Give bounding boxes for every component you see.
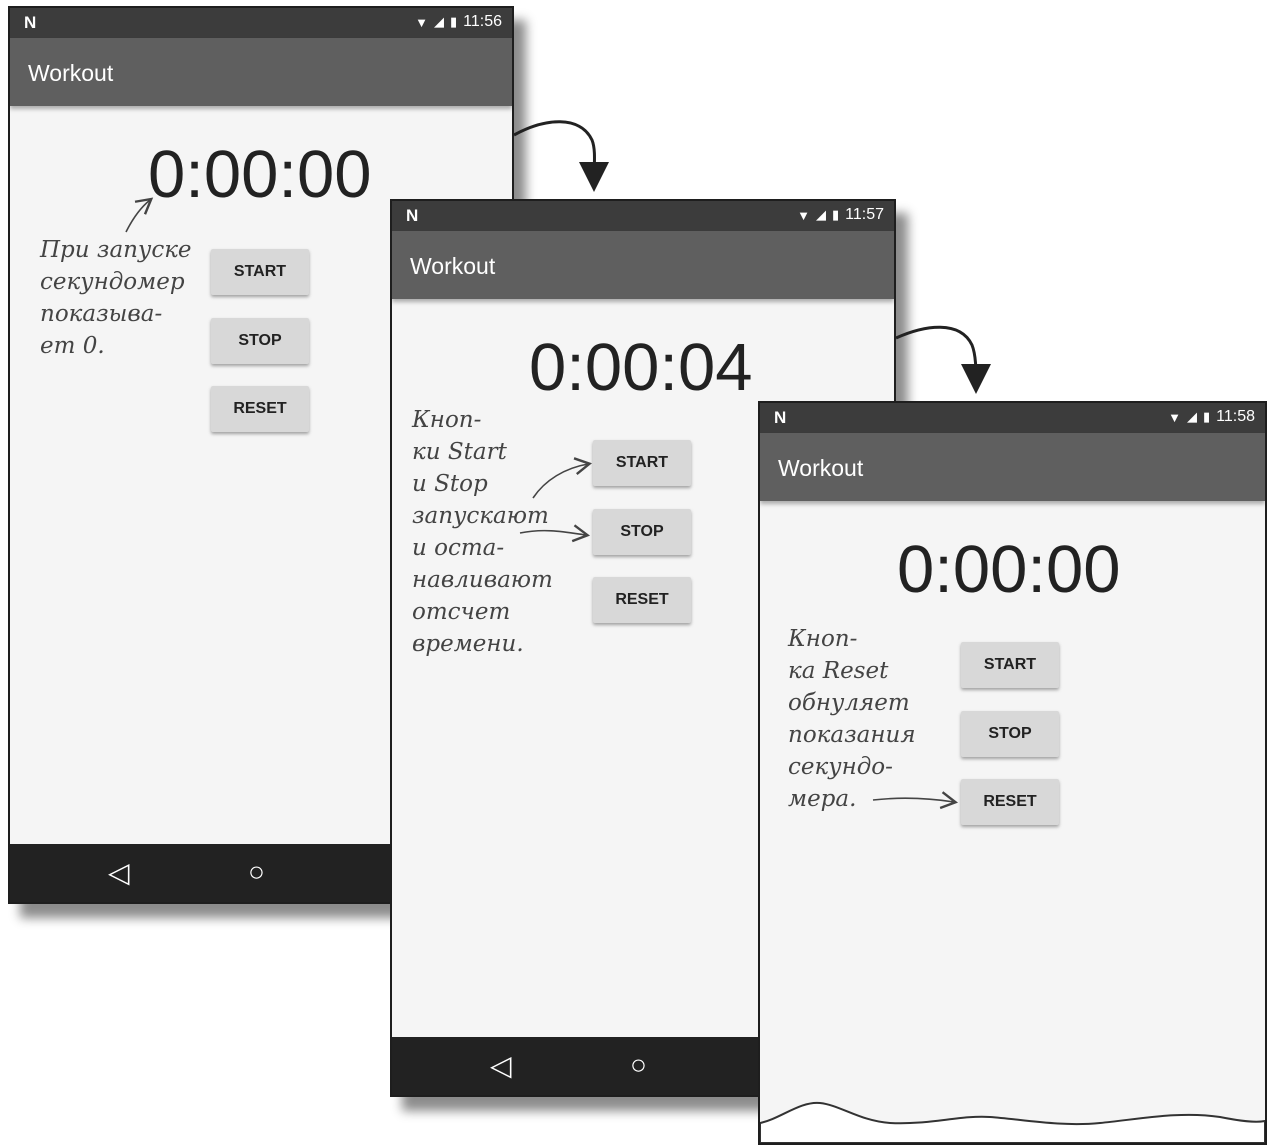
- app-title: Workout: [28, 60, 114, 86]
- back-icon[interactable]: ◁: [108, 856, 130, 889]
- battery-icon: ▮: [1202, 409, 1211, 424]
- annotation-note-3: Кноп- ка Reset обнуляет показания секунд…: [788, 626, 916, 812]
- wifi-icon: ▼: [797, 207, 810, 223]
- status-time: 11:57: [845, 206, 884, 223]
- annotation-note-1: При запуске секундомер показыва- ет 0.: [40, 237, 192, 359]
- back-icon[interactable]: ◁: [490, 1049, 512, 1082]
- start-button[interactable]: START: [593, 440, 691, 486]
- reset-button[interactable]: RESET: [593, 577, 691, 623]
- battery-icon: ▮: [449, 14, 458, 29]
- status-bar: N ▼ ◢ ▮ 11:57: [392, 201, 894, 231]
- status-icons: ▼ ◢ ▮ 11:56: [415, 13, 502, 31]
- annotation-note-2: Кноп- ки Start и Stop запускают и оста- …: [412, 407, 553, 657]
- stop-button[interactable]: STOP: [593, 509, 691, 555]
- app-bar: Workout: [392, 231, 894, 299]
- wifi-icon: ▼: [415, 14, 428, 30]
- home-icon[interactable]: ○: [248, 856, 265, 888]
- status-time: 11:58: [1216, 408, 1255, 425]
- status-time: 11:56: [463, 13, 502, 30]
- reset-button[interactable]: RESET: [211, 386, 309, 432]
- n-logo-icon: N: [24, 13, 37, 32]
- signal-icon: ◢: [1186, 409, 1197, 424]
- torn-edge: [760, 1101, 1265, 1143]
- stop-button[interactable]: STOP: [211, 318, 309, 364]
- app-bar: Workout: [760, 433, 1265, 501]
- wifi-icon: ▼: [1168, 409, 1181, 425]
- stop-button[interactable]: STOP: [961, 711, 1059, 757]
- timer-display: 0:00:00: [897, 532, 1121, 607]
- app-title: Workout: [778, 455, 864, 481]
- battery-icon: ▮: [831, 207, 840, 222]
- timer-display: 0:00:00: [148, 137, 372, 212]
- start-button[interactable]: START: [211, 249, 309, 295]
- reset-button[interactable]: RESET: [961, 779, 1059, 825]
- status-bar: N ▼ ◢ ▮ 11:56: [10, 8, 512, 38]
- timer-display: 0:00:04: [529, 330, 753, 405]
- signal-icon: ◢: [815, 207, 826, 222]
- flow-arrow-icon: [513, 120, 610, 192]
- signal-icon: ◢: [433, 14, 444, 29]
- n-logo-icon: N: [406, 206, 419, 225]
- status-bar: N ▼ ◢ ▮ 11:58: [760, 403, 1265, 433]
- phone-screen-3: N ▼ ◢ ▮ 11:58 Workout 0:00:00 START STOP…: [758, 401, 1267, 1145]
- app-title: Workout: [410, 253, 496, 279]
- app-bar: Workout: [10, 38, 512, 106]
- status-icons: ▼ ◢ ▮ 11:57: [797, 206, 884, 224]
- status-icons: ▼ ◢ ▮ 11:58: [1168, 408, 1255, 426]
- flow-arrow-icon: [895, 325, 991, 394]
- start-button[interactable]: START: [961, 642, 1059, 688]
- home-icon[interactable]: ○: [630, 1049, 647, 1081]
- n-logo-icon: N: [774, 408, 787, 427]
